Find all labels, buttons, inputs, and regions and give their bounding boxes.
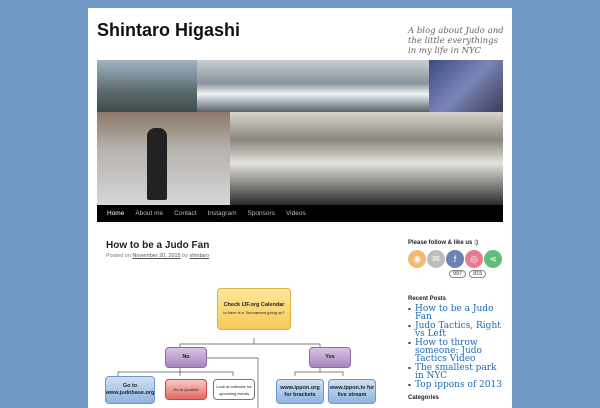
flow-no: No <box>165 347 207 368</box>
recent-post-link[interactable]: The smallest park in NYC <box>408 364 503 381</box>
email-icon[interactable]: ✉ <box>427 250 445 268</box>
recent-posts-widget: Recent Posts How to be a Judo Fan Judo T… <box>408 296 503 390</box>
flow-check-calendar: Check IJF.org Calendar Is there is a Tour… <box>217 288 291 330</box>
recent-posts-title: Recent Posts <box>408 296 447 302</box>
share-counts: 997 815 <box>449 270 503 278</box>
flow-ippon-org: www.ippon.org for brackets <box>276 379 324 404</box>
flow-youtube: Go to youtube <box>165 379 207 400</box>
flow-ippon-tv: www.ippon.tv for live stream <box>328 379 376 404</box>
flow-yes: Yes <box>309 347 351 368</box>
recent-post-link[interactable]: How to be a Judo Fan <box>408 305 503 322</box>
sidebar: Please follow & like us :) ◉ ✉ f ◎ ⋖ 997… <box>408 240 503 401</box>
facebook-count: 997 <box>449 270 467 278</box>
rss-icon[interactable]: ◉ <box>408 250 426 268</box>
facebook-icon[interactable]: f <box>446 250 464 268</box>
recent-post-link[interactable]: Judo Tactics, Right vs Left <box>408 322 503 339</box>
share-icon[interactable]: ⋖ <box>484 250 502 268</box>
page: Shintaro Higashi A blog about Judo and t… <box>88 8 512 408</box>
flow-calendar: Look at calendar for upcoming events <box>213 379 255 400</box>
instagram-icon[interactable]: ◎ <box>465 250 483 268</box>
recent-post-link[interactable]: How to throw someone: Judo Tactics Video <box>408 339 503 364</box>
recent-post-link[interactable]: Top ippons of 2013 <box>408 381 503 390</box>
categories-title: Categories <box>408 395 440 401</box>
instagram-count: 815 <box>469 270 487 278</box>
follow-title: Please follow & like us :) <box>408 240 479 246</box>
social-icons: ◉ ✉ f ◎ ⋖ <box>408 250 503 268</box>
